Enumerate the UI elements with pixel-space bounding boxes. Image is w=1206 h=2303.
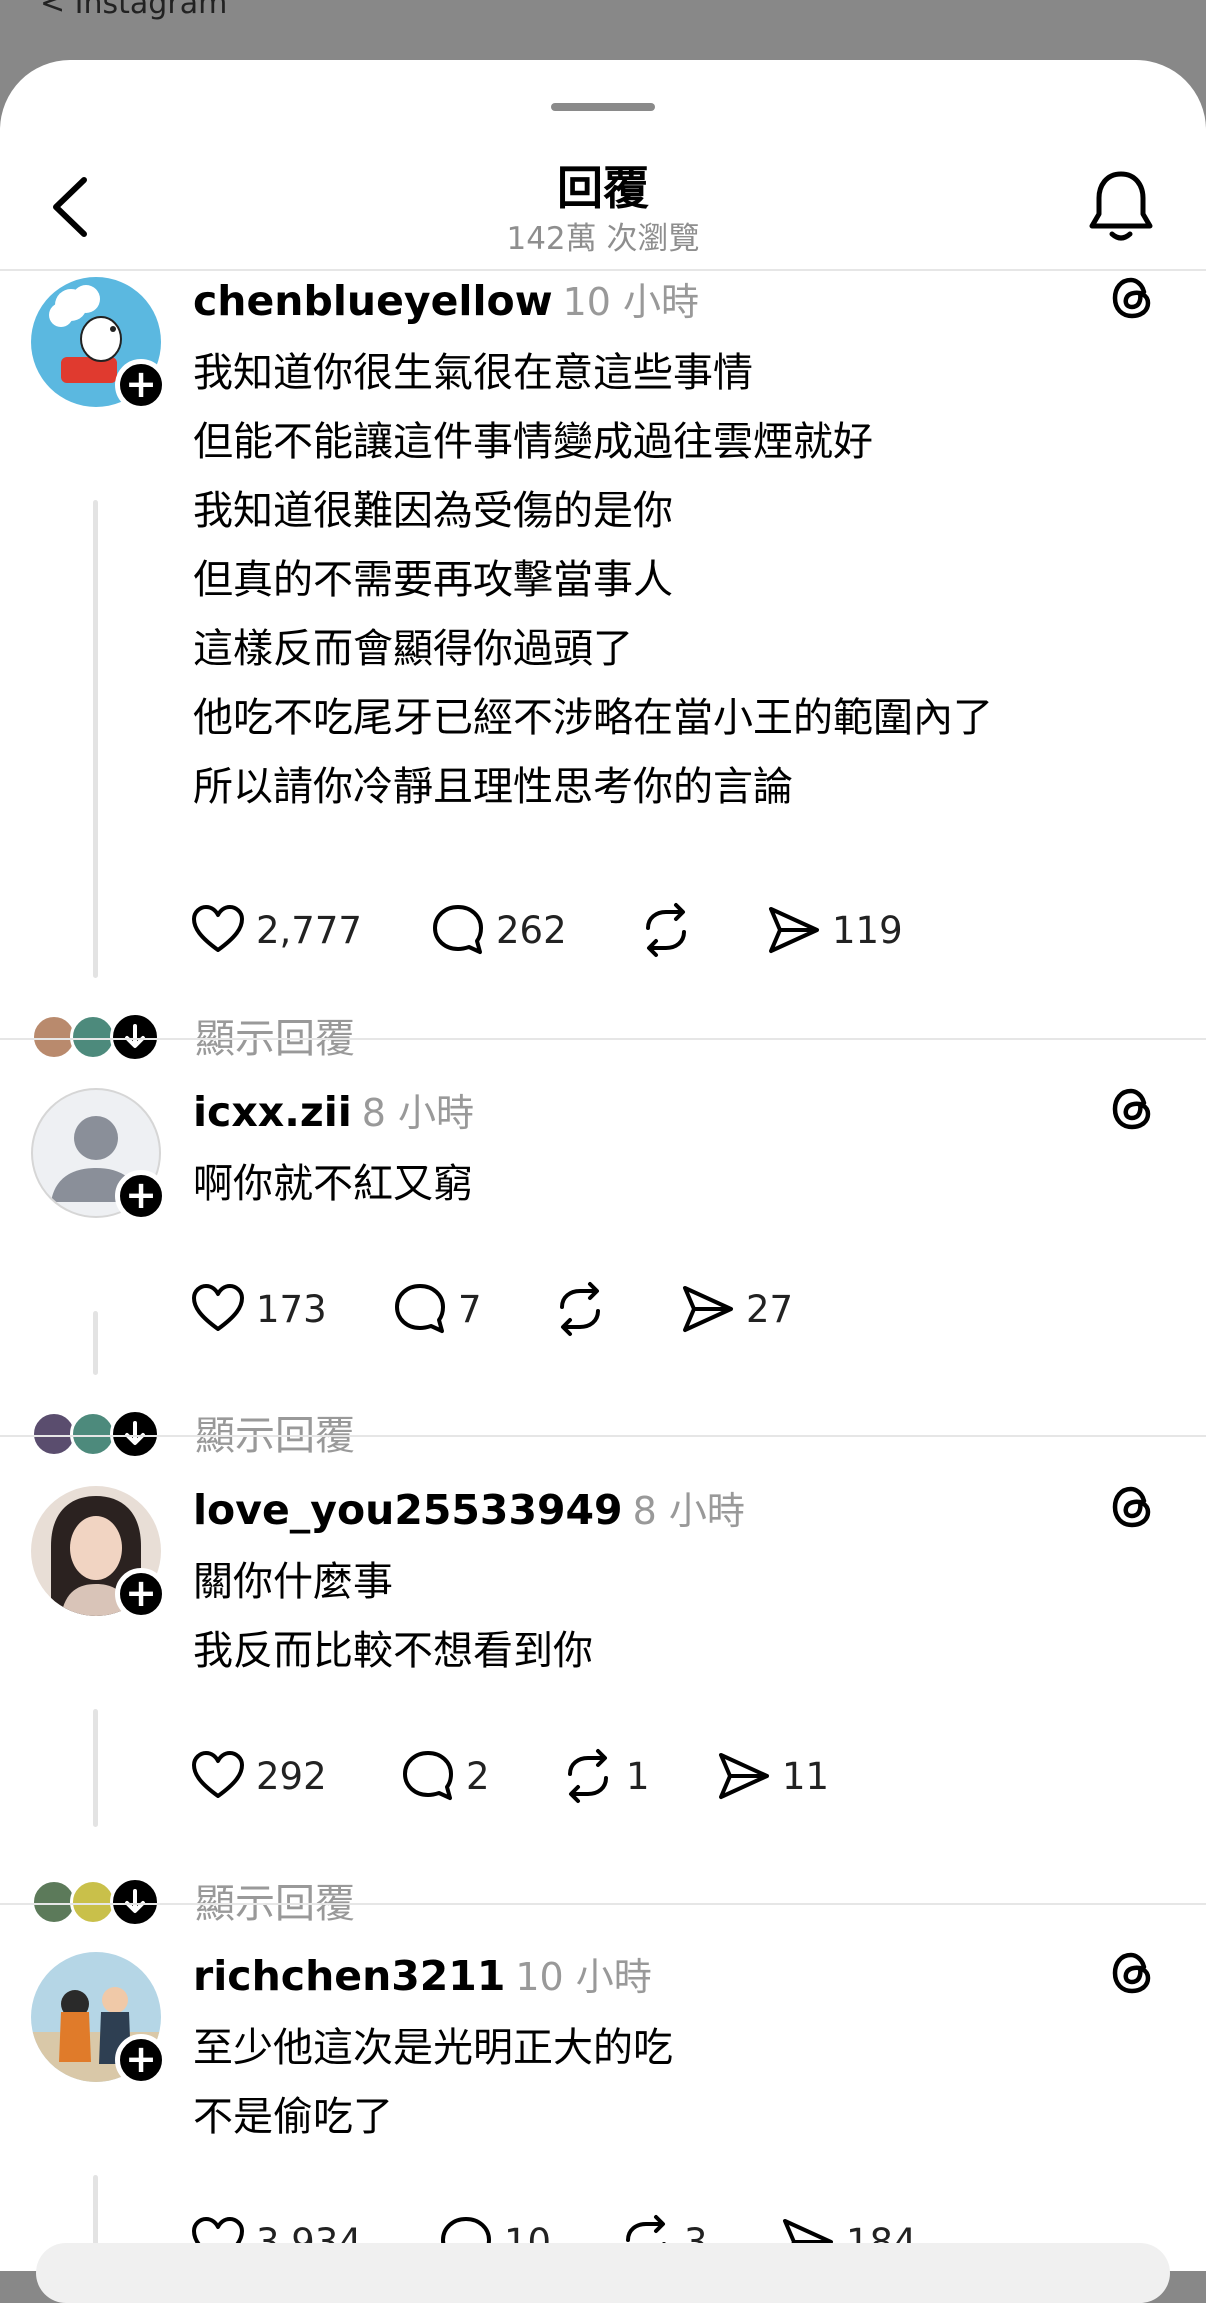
expand-arrow-icon[interactable]: [110, 1012, 160, 1062]
follow-plus-button[interactable]: +: [115, 359, 167, 411]
like-button[interactable]: 2,777: [190, 900, 362, 960]
share-button[interactable]: 11: [716, 1746, 829, 1806]
reply-composer-edge[interactable]: [36, 2243, 1170, 2303]
sheet-grabber[interactable]: [551, 103, 655, 111]
username[interactable]: chenblueyellow 10 小時: [193, 271, 699, 326]
expand-arrow-icon[interactable]: [110, 1877, 160, 1927]
like-count: 173: [256, 1287, 327, 1331]
comment-button[interactable]: 262: [430, 900, 567, 960]
post-divider: [0, 1435, 1206, 1437]
comment-button[interactable]: 2: [400, 1746, 490, 1806]
threads-logo-icon[interactable]: [1110, 1086, 1156, 1132]
repost-icon: [560, 1282, 600, 1336]
username[interactable]: icxx.zii 8 小時: [193, 1082, 474, 1137]
share-button[interactable]: 27: [680, 1279, 793, 1339]
post-time: 8 小時: [632, 1489, 745, 1533]
repost-button[interactable]: [552, 1279, 618, 1339]
follow-plus-button[interactable]: +: [115, 1170, 167, 1222]
post-line: 但能不能讓這件事情變成過往雲煙就好: [193, 419, 873, 465]
bell-icon[interactable]: [1088, 168, 1154, 244]
threads-logo-icon[interactable]: [1110, 275, 1156, 321]
post-line: 我反而比較不想看到你: [193, 1628, 593, 1674]
post-body: 關你什麼事 我反而比較不想看到你: [193, 1548, 593, 1686]
post-line: 但真的不需要再攻擊當事人: [193, 557, 673, 603]
page-title: 回覆: [557, 161, 649, 215]
post-line: 不是偷吃了: [193, 2094, 393, 2140]
post-divider: [0, 1903, 1206, 1905]
post-body: 啊你就不紅又窮: [193, 1150, 473, 1219]
username[interactable]: love_you25533949 8 小時: [193, 1480, 745, 1535]
follow-plus-button[interactable]: +: [115, 1568, 167, 1620]
post-time: 10 小時: [562, 280, 700, 324]
send-icon: [683, 1286, 733, 1332]
heart-icon: [192, 1751, 244, 1798]
post-line: 這樣反而會顯得你過頭了: [193, 626, 633, 672]
like-button[interactable]: 292: [190, 1746, 327, 1806]
post-body: 我知道你很生氣很在意這些事情 但能不能讓這件事情變成過往雲煙就好 我知道很難因為…: [193, 339, 993, 822]
repost-icon: [646, 903, 686, 957]
comment-count: 262: [496, 908, 567, 952]
post-line: 關你什麼事: [193, 1559, 393, 1605]
repost-button[interactable]: [638, 900, 704, 960]
threads-logo-icon[interactable]: [1110, 1484, 1156, 1530]
thread-line: [93, 1709, 98, 1827]
comment-bubble-icon: [395, 1284, 445, 1333]
repost-icon: [568, 1749, 608, 1803]
comment-count: 7: [458, 1287, 482, 1331]
threads-logo-icon[interactable]: [1110, 1950, 1156, 1996]
post-line: 我知道很難因為受傷的是你: [193, 488, 673, 534]
view-count: 142萬 次瀏覽: [506, 221, 700, 257]
post-line: 至少他這次是光明正大的吃: [193, 2025, 673, 2071]
like-count: 2,777: [256, 908, 362, 952]
comment-count: 2: [466, 1754, 490, 1798]
replies-sheet: 回覆 142萬 次瀏覽 + chenblueyellow 10 小時 我知道你很生…: [0, 60, 1206, 2271]
like-count: 292: [256, 1754, 327, 1798]
heart-icon: [192, 1284, 244, 1331]
comment-bubble-icon: [433, 905, 483, 954]
thread-line: [93, 500, 98, 978]
send-icon: [769, 907, 819, 953]
send-icon: [719, 1753, 769, 1799]
post-line: 所以請你冷靜且理性思考你的言論: [193, 764, 793, 810]
heart-icon: [192, 905, 244, 952]
share-button[interactable]: 119: [766, 900, 903, 960]
post-line: 啊你就不紅又窮: [193, 1161, 473, 1207]
follow-plus-button[interactable]: +: [115, 2034, 167, 2086]
share-count: 27: [746, 1287, 794, 1331]
share-count: 119: [832, 908, 903, 952]
instagram-back-link[interactable]: < Instagram: [40, 0, 227, 21]
repost-button[interactable]: 1: [560, 1746, 650, 1806]
share-count: 11: [782, 1754, 830, 1798]
comment-bubble-icon: [403, 1751, 453, 1800]
post-body: 至少他這次是光明正大的吃 不是偷吃了: [193, 2014, 673, 2152]
thread-line: [93, 1311, 98, 1375]
expand-arrow-icon[interactable]: [110, 1409, 160, 1459]
post-time: 10 小時: [515, 1955, 652, 1999]
repost-count: 1: [626, 1754, 650, 1798]
post-line: 我知道你很生氣很在意這些事情: [193, 350, 753, 396]
username[interactable]: richchen3211 10 小時: [193, 1946, 652, 2001]
comment-button[interactable]: 7: [392, 1279, 482, 1339]
post-line: 他吃不吃尾牙已經不涉略在當小王的範圍內了: [193, 695, 993, 741]
post-divider: [0, 1038, 1206, 1040]
post-time: 8 小時: [361, 1091, 475, 1135]
like-button[interactable]: 173: [190, 1279, 327, 1339]
